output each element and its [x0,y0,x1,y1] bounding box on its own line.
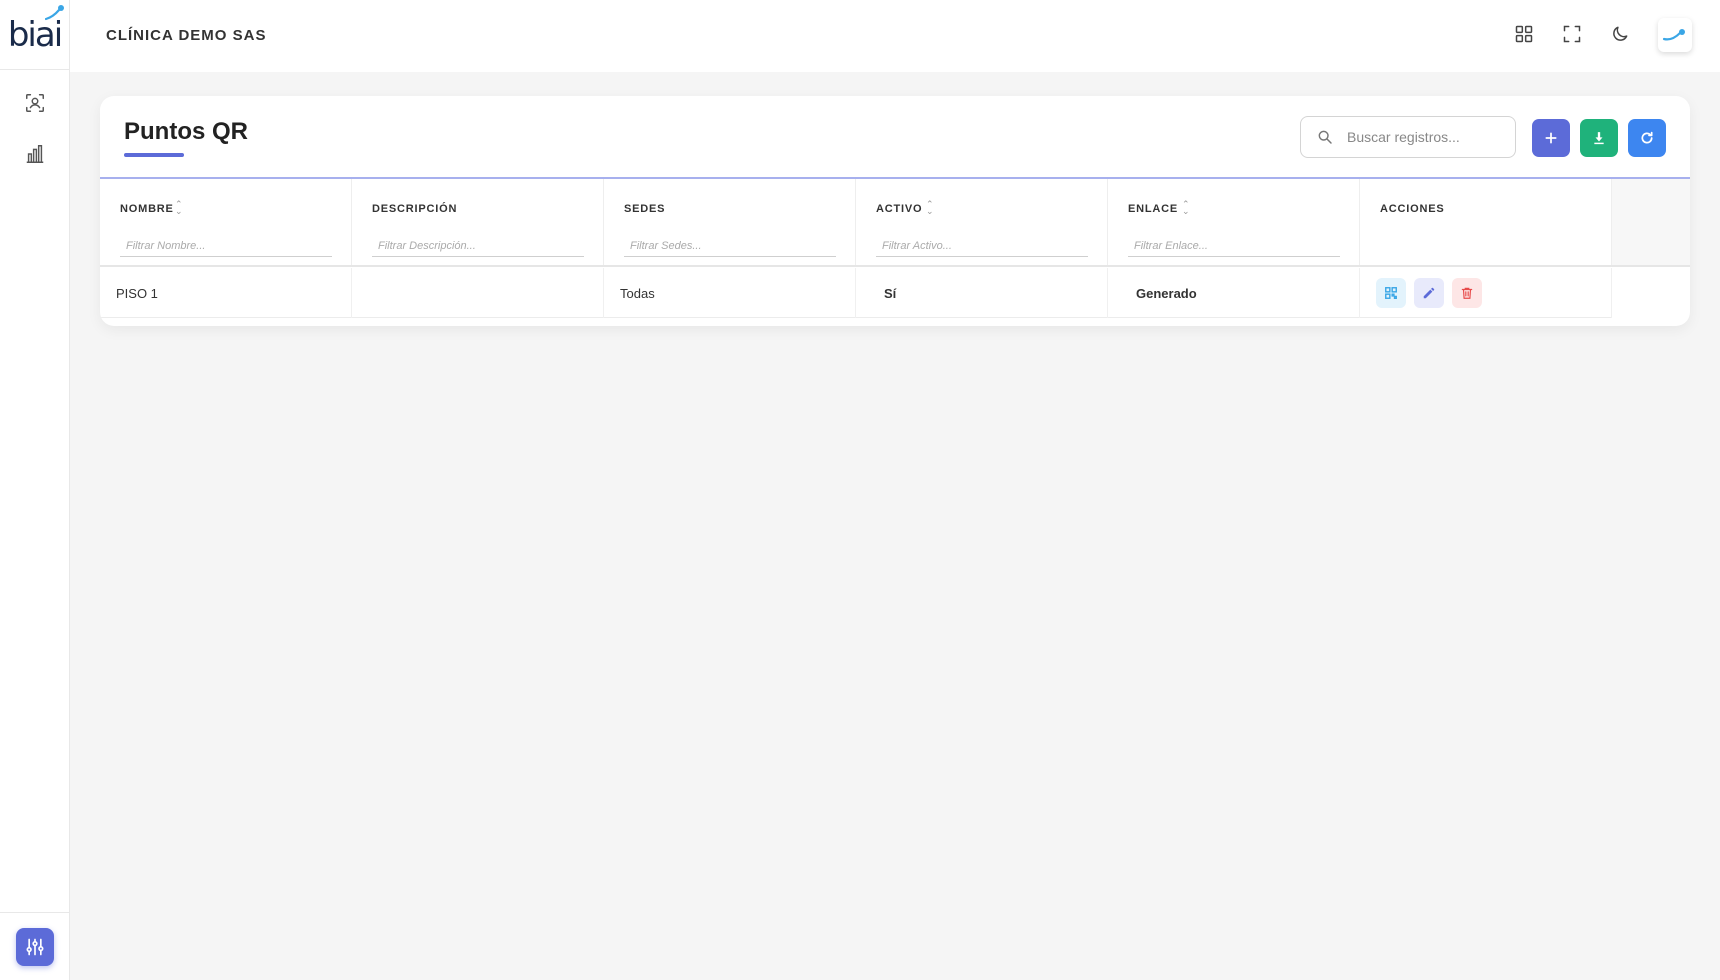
filter-enlace-input[interactable] [1128,235,1340,257]
column-activo: ACTIVO ⌃ ⌄ [856,179,1108,265]
download-icon [1594,132,1604,145]
pencil-icon [1423,287,1435,299]
sort-icon[interactable]: ⌃ ⌄ [175,200,183,216]
table-row[interactable]: PISO 1 Todas Sí Generado [100,268,1612,318]
refresh-button[interactable] [1628,119,1666,157]
cell-nombre: PISO 1 [100,268,352,318]
add-button[interactable] [1532,119,1570,157]
column-nombre: NOMBRE ⌃ ⌄ [100,179,352,265]
column-label-nombre[interactable]: NOMBRE [120,203,174,215]
trash-icon [1461,287,1473,299]
header-gutter [1612,179,1690,265]
column-sedes: SEDES [604,179,856,265]
topbar: CLÍNICA DEMO SAS [70,0,1720,72]
column-label-sedes: SEDES [624,203,666,215]
search-box[interactable] [1300,116,1516,158]
cell-acciones [1360,268,1612,318]
sort-icon[interactable]: ⌃ ⌄ [926,200,934,216]
column-label-activo[interactable]: ACTIVO [876,203,922,215]
qr-code-icon [1385,287,1397,299]
column-label-acciones: ACCIONES [1380,203,1445,215]
column-label-enlace[interactable]: ENLACE [1128,203,1178,215]
avatar-logo-icon [1662,29,1685,41]
page-title: Puntos QR [124,118,248,145]
logo[interactable]: biai [0,0,69,70]
filter-activo-input[interactable] [876,235,1088,257]
column-descripcion: DESCRIPCIÓN [352,179,604,265]
search-icon [1318,130,1332,144]
delete-button[interactable] [1452,278,1482,308]
filter-sedes-input[interactable] [624,235,836,257]
sort-icon[interactable]: ⌃ ⌄ [1182,200,1190,216]
company-name: CLÍNICA DEMO SAS [106,27,267,44]
refresh-icon [1641,131,1653,144]
avatar[interactable] [1658,18,1692,52]
apps-grid-icon[interactable] [1512,22,1536,46]
qr-code-button[interactable] [1376,278,1406,308]
table-header: NOMBRE ⌃⌄ DESCRIPCIÓN SEDES ACTIVO ⌃⌄ EN… [100,179,1690,267]
sidebar: biai [0,0,70,980]
cell-enlace: Generado [1108,268,1360,318]
puntos-qr-card: Puntos QR NOMBRE ⌃⌄ DESCRIPCIÓN SEDE [100,96,1690,326]
fullscreen-icon[interactable] [1560,22,1584,46]
column-enlace: ENLACE ⌃ ⌄ [1108,179,1360,265]
filter-descripcion-input[interactable] [372,235,584,257]
bar-chart-icon[interactable] [23,142,47,166]
title-underline [124,153,184,157]
column-label-descripcion: DESCRIPCIÓN [372,203,458,215]
sliders-icon[interactable] [16,927,54,966]
cell-sedes: Todas [604,268,856,318]
filter-nombre-input[interactable] [120,235,332,257]
search-input[interactable] [1347,129,1497,145]
dark-mode-moon-icon[interactable] [1608,22,1632,46]
cell-activo: Sí [856,268,1108,318]
download-button[interactable] [1580,119,1618,157]
logo-swoosh-icon [45,4,65,20]
cell-descripcion [352,268,604,318]
plus-icon [1545,132,1557,144]
edit-button[interactable] [1414,278,1444,308]
column-acciones: ACCIONES [1360,179,1612,265]
face-scan-icon[interactable] [23,91,47,115]
